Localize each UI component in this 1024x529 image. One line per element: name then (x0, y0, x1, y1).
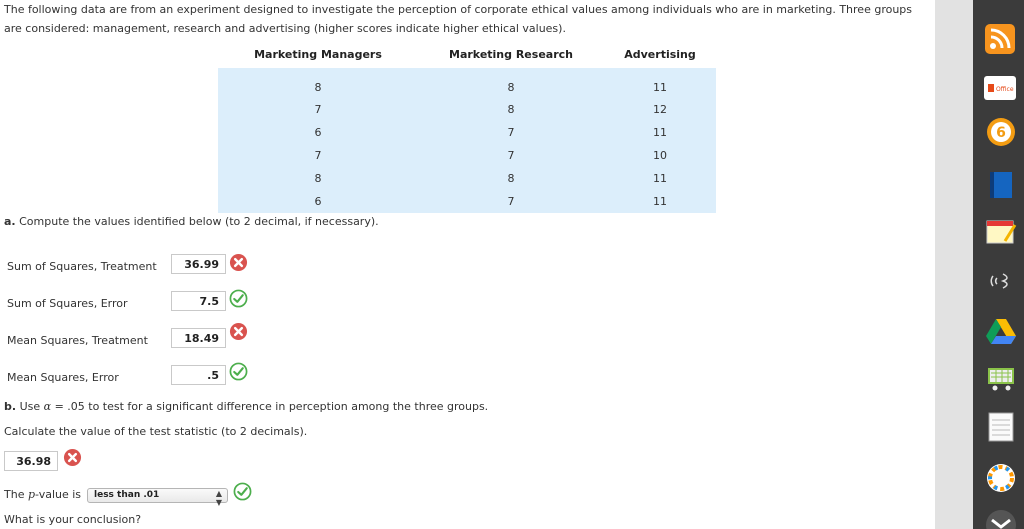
mail-icon[interactable] (984, 508, 1018, 529)
table-cell: 6 (218, 121, 418, 144)
part-b-alpha-text: .05 to test for a significant difference… (67, 400, 489, 413)
table-cell: 11 (604, 121, 716, 144)
table-cell: 7 (418, 121, 604, 144)
table-cell: 8 (218, 68, 418, 98)
badge-6-icon[interactable]: 6 (986, 117, 1016, 147)
dock-divider-strip (935, 0, 973, 529)
select-arrows-icon: ▲ ▼ (215, 489, 222, 507)
table-cell: 6 (218, 190, 418, 213)
correct-icon (233, 482, 252, 501)
question-intro: The following data are from an experimen… (4, 3, 913, 35)
ss-error-label: Sum of Squares, Error (7, 297, 128, 310)
table-row: 8 8 11 (218, 68, 716, 98)
column-header: Marketing Research (449, 48, 573, 61)
conclusion-question: What is your conclusion? (4, 513, 142, 526)
part-b-prefix: b. (4, 400, 17, 413)
p-symbol: p (27, 488, 36, 501)
column-header: Advertising (624, 48, 696, 61)
table-cell: 7 (218, 144, 418, 167)
incorrect-icon (229, 322, 248, 341)
ss-error-input[interactable]: 7.5 (171, 291, 226, 311)
correct-icon (229, 289, 248, 308)
table-cell: 7 (418, 144, 604, 167)
part-b-use-text: Use (19, 400, 41, 413)
column-header: Marketing Managers (254, 48, 382, 61)
alpha-symbol: α (43, 400, 52, 413)
part-b-instruction: b. Use α = .05 to test for a significant… (4, 400, 488, 413)
part-a-instruction: a. Compute the values identified below (… (4, 215, 379, 228)
incorrect-icon (229, 253, 248, 272)
data-table: Marketing Managers Marketing Research Ad… (218, 41, 716, 213)
p-value-suffix: -value is (35, 488, 82, 501)
notes-icon[interactable] (985, 219, 1017, 245)
table-cell: 8 (418, 98, 604, 121)
color-wheel-icon[interactable] (985, 462, 1017, 494)
ms-error-label: Mean Squares, Error (7, 371, 119, 384)
table-cell: 8 (418, 167, 604, 190)
test-statistic-input[interactable]: 36.98 (4, 451, 58, 471)
google-drive-icon[interactable] (985, 317, 1017, 345)
table-row: 7 7 10 (218, 144, 716, 167)
p-value-selected: less than .01 (94, 490, 160, 500)
part-a-text: Compute the values identified below (to … (19, 215, 379, 228)
badge-label: 6 (996, 125, 1006, 141)
table-row: 6 7 11 (218, 190, 716, 213)
book-icon[interactable] (986, 170, 1016, 200)
table-cell: 7 (418, 190, 604, 213)
table-cell: 11 (604, 68, 716, 98)
table-cell: 11 (604, 190, 716, 213)
notepad-icon[interactable] (986, 411, 1016, 443)
test-statistic-instruction: Calculate the value of the test statisti… (4, 425, 308, 438)
app-dock: Office 6 (935, 0, 1024, 529)
table-cell: 12 (604, 98, 716, 121)
office-label: Office (996, 86, 1014, 93)
part-a-prefix: a. (4, 215, 16, 228)
rss-icon[interactable] (985, 24, 1015, 54)
office-icon[interactable]: Office (984, 76, 1016, 100)
p-value-select[interactable]: less than .01 ▲ ▼ (87, 488, 228, 507)
table-row: 8 8 11 (218, 167, 716, 190)
p-value-label: The p-value is (4, 488, 81, 501)
cart-icon[interactable] (986, 365, 1016, 393)
incorrect-icon (63, 448, 82, 467)
ms-error-input[interactable]: .5 (171, 365, 226, 385)
ss-treatment-label: Sum of Squares, Treatment (7, 260, 157, 273)
table-cell: 8 (218, 167, 418, 190)
correct-icon (229, 362, 248, 381)
table-cell: 7 (218, 98, 418, 121)
p-value-prefix: The (4, 488, 25, 501)
table-header-row: Marketing Managers Marketing Research Ad… (218, 41, 716, 68)
radar-icon[interactable] (987, 268, 1015, 294)
table-cell: 11 (604, 167, 716, 190)
table-cell: 8 (418, 68, 604, 98)
table-row: 7 8 12 (218, 98, 716, 121)
ms-treatment-label: Mean Squares, Treatment (7, 334, 148, 347)
table-cell: 10 (604, 144, 716, 167)
equals-symbol: = (54, 400, 64, 413)
ss-treatment-input[interactable]: 36.99 (171, 254, 226, 274)
table-row: 6 7 11 (218, 121, 716, 144)
ms-treatment-input[interactable]: 18.49 (171, 328, 226, 348)
